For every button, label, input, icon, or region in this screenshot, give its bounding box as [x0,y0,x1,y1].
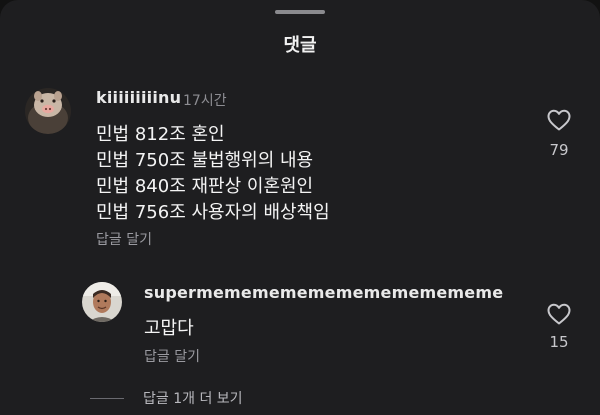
reply-button[interactable]: 답글 달기 [96,229,152,249]
comment-text-line: 고맙다 [144,318,194,339]
view-more-replies-label: 답글 1개 더 보기 [143,391,243,407]
comment-text-line: 민법 840조 재판상 이혼원인 [96,176,314,197]
sheet-drag-handle[interactable] [275,10,325,14]
person-avatar-image [82,282,122,322]
avatar[interactable] [82,282,122,322]
sheet-title: 댓글 [283,35,317,56]
avatar[interactable] [25,88,71,134]
pig-mask-avatar-image [25,88,71,134]
comment-timestamp: 17시간 [183,93,227,109]
divider-line [90,398,124,399]
like-count: 79 [549,141,569,159]
comment-text-line: 민법 812조 혼인 [96,124,225,145]
comments-sheet: 댓글 kiiiiiiiiinu 17시간 민법 812조 혼인 민법 750조 … [0,0,600,415]
comment-username[interactable]: supermememememememememememe [144,283,503,302]
comment-text-line: 민법 750조 불법행위의 내용 [96,150,314,171]
reply-button[interactable]: 답글 달기 [144,346,200,366]
comment-username[interactable]: kiiiiiiiiinu [96,88,181,107]
heart-outline-icon[interactable] [546,302,572,326]
comment-text-line: 민법 756조 사용자의 배상책임 [96,202,330,223]
like-count: 15 [549,333,569,351]
heart-outline-icon[interactable] [546,108,572,132]
